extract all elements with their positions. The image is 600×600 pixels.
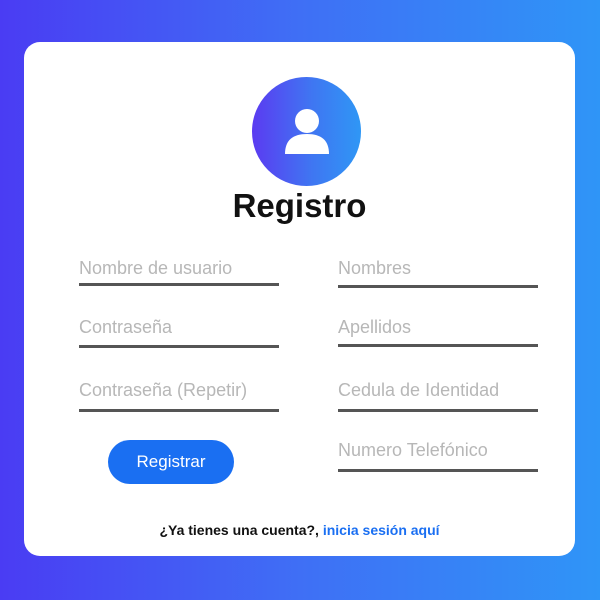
names-underline	[338, 285, 538, 288]
names-field[interactable]: Nombres	[338, 257, 538, 297]
password-repeat-field[interactable]: Contraseña (Repetir)	[79, 379, 279, 419]
avatar	[252, 77, 361, 186]
phone-underline	[338, 469, 538, 472]
username-placeholder: Nombre de usuario	[79, 258, 233, 278]
surnames-placeholder: Apellidos	[338, 317, 412, 337]
register-button[interactable]: Registrar	[108, 440, 234, 484]
password-field[interactable]: Contraseña	[79, 316, 279, 356]
phone-field[interactable]: Numero Telefónico	[338, 439, 538, 479]
username-underline	[79, 283, 279, 286]
login-link[interactable]: inicia sesión aquí	[323, 522, 440, 538]
registration-card: Registro Nombre de usuario Contraseña Co…	[24, 42, 575, 556]
password-repeat-placeholder: Contraseña (Repetir)	[79, 380, 248, 400]
surnames-field[interactable]: Apellidos	[338, 316, 538, 356]
username-field[interactable]: Nombre de usuario	[79, 257, 279, 297]
password-placeholder: Contraseña	[79, 317, 173, 337]
id-number-placeholder: Cedula de Identidad	[338, 380, 500, 400]
password-repeat-underline	[79, 409, 279, 412]
login-prompt-text: ¿Ya tienes una cuenta?,	[159, 522, 319, 538]
login-prompt: ¿Ya tienes una cuenta?, inicia sesión aq…	[24, 520, 575, 540]
password-underline	[79, 345, 279, 348]
id-number-field[interactable]: Cedula de Identidad	[338, 379, 538, 419]
surnames-underline	[338, 344, 538, 347]
page-title: Registro	[232, 187, 367, 224]
id-number-underline	[338, 409, 538, 412]
user-icon	[284, 108, 329, 154]
phone-placeholder: Numero Telefónico	[338, 440, 488, 460]
names-placeholder: Nombres	[338, 258, 412, 278]
